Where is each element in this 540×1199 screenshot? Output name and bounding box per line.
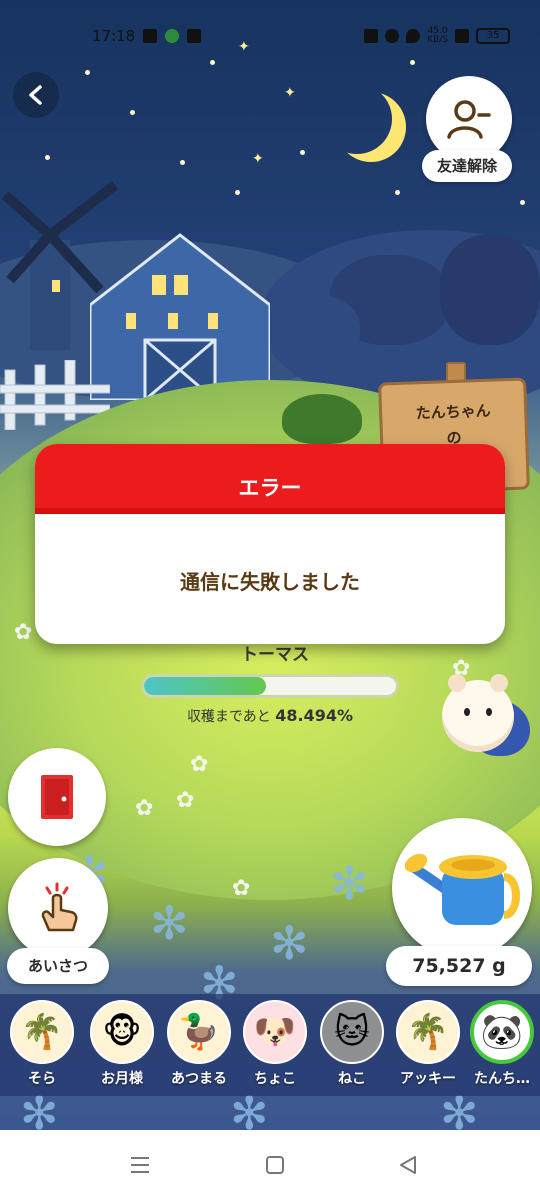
dialog-title: エラー <box>35 444 505 514</box>
door-exit-icon <box>41 775 73 819</box>
unfriend-label[interactable]: 友達解除 <box>422 150 512 182</box>
friend-item-akki[interactable]: 🌴 アッキー <box>392 1000 464 1088</box>
friend-name: あつまる <box>171 1071 227 1087</box>
flower-icon <box>232 876 252 901</box>
moon <box>322 84 392 154</box>
notification-icon <box>187 29 202 43</box>
water-amount: 75,527 g <box>386 946 532 986</box>
duck-icon: 🦆 <box>167 1000 231 1064</box>
back-button[interactable] <box>13 72 59 118</box>
star <box>85 70 90 75</box>
system-back-button[interactable] <box>388 1150 428 1180</box>
status-time: 17:18 <box>92 27 136 45</box>
greet-label[interactable]: あいさつ <box>7 948 109 984</box>
friend-item-sora[interactable]: 🌴 そら <box>6 1000 78 1088</box>
flower-icon <box>135 796 155 821</box>
star <box>45 155 50 160</box>
user-minus-icon <box>447 100 491 139</box>
recents-icon <box>131 1157 149 1173</box>
battery-icon: 35 <box>476 28 510 44</box>
error-dialog[interactable]: エラー 通信に失敗しました <box>35 444 505 644</box>
signal-icon <box>455 29 469 43</box>
palm-tree-icon: 🌴 <box>10 1000 74 1064</box>
friend-item-tanchan[interactable]: 🐼 たんち… <box>466 1000 538 1088</box>
alarm-icon <box>385 29 400 43</box>
tap-hand-icon <box>41 882 78 932</box>
back-arrow-icon <box>29 85 42 105</box>
harvest-progress-fill <box>144 677 267 695</box>
friend-item-atsumaru[interactable]: 🦆 あつまる <box>163 1000 235 1088</box>
home-icon <box>266 1156 284 1174</box>
dog-icon: 🐶 <box>243 1000 307 1064</box>
nav-back-icon <box>400 1156 416 1174</box>
leaf-decoration: ✻ <box>270 916 309 970</box>
star <box>210 60 215 65</box>
tree <box>270 295 360 365</box>
leaf-decoration: ✻ <box>20 1086 59 1130</box>
star <box>300 150 305 155</box>
nfc-icon <box>364 29 379 43</box>
friend-name: ちょこ <box>254 1071 296 1087</box>
recents-button[interactable] <box>120 1150 160 1180</box>
barn <box>90 233 270 400</box>
tree <box>440 235 540 345</box>
friend-item-choko[interactable]: 🐶 ちょこ <box>239 1000 311 1088</box>
friend-name: アッキー <box>400 1071 456 1087</box>
friend-item-otsukisama[interactable]: 🐵 お月様 <box>86 1000 158 1088</box>
star <box>395 190 400 195</box>
harvest-progress-text: 収穫まであと 48.494% <box>150 706 390 726</box>
notification-icon <box>143 29 158 43</box>
sparkle-icon: ✦ <box>284 85 296 101</box>
leaf-decoration: ✻ <box>440 1086 479 1130</box>
greet-button[interactable] <box>8 858 108 958</box>
notification-icon <box>165 29 180 43</box>
star <box>410 60 415 65</box>
star <box>235 190 240 195</box>
watering-can-icon <box>404 853 520 925</box>
progress-label: 収穫まであと <box>186 709 271 725</box>
leaf-decoration: ✻ <box>330 856 369 910</box>
location-icon <box>406 29 421 43</box>
status-bar: 17:18 45.0 KB/S 35 <box>92 22 510 50</box>
star <box>520 200 525 205</box>
friends-bar[interactable]: 🌴 そら 🐵 お月様 🦆 あつまる 🐶 ちょこ 🐱 ねこ 🌴 アッキー 🐼 たん… <box>0 994 540 1096</box>
star <box>130 110 135 115</box>
flower-icon <box>190 752 210 777</box>
friend-name: ねこ <box>338 1071 366 1087</box>
flower-icon <box>14 620 34 645</box>
status-right: 45.0 KB/S 35 <box>364 27 510 45</box>
navigation-bar <box>0 1130 540 1199</box>
sparkle-icon: ✦ <box>252 151 264 167</box>
dialog-message: 通信に失敗しました <box>180 570 360 594</box>
network-speed-unit: KB/S <box>427 35 448 45</box>
network-speed: 45.0 KB/S <box>427 27 448 45</box>
watering-button[interactable] <box>392 818 532 958</box>
friend-name: そら <box>28 1071 56 1087</box>
friend-name: お月様 <box>101 1071 143 1087</box>
star <box>180 160 185 165</box>
palm-tree-icon: 🌴 <box>396 1000 460 1064</box>
leaf-decoration: ✻ <box>150 896 189 950</box>
flower-icon <box>176 788 196 813</box>
leaf-decoration: ✻ <box>230 1086 269 1130</box>
cat-photo-icon: 🐱 <box>320 1000 384 1064</box>
friend-name: たんち… <box>474 1071 530 1087</box>
friend-item-neko[interactable]: 🐱 ねこ <box>316 1000 388 1088</box>
home-button[interactable] <box>255 1150 295 1180</box>
plant-leaf <box>282 394 362 444</box>
hamster-character[interactable] <box>442 674 514 752</box>
harvest-progress-bar <box>141 674 399 698</box>
monkey-icon: 🐵 <box>90 1000 154 1064</box>
exit-button[interactable] <box>8 748 106 846</box>
panda-icon: 🐼 <box>470 1000 534 1064</box>
progress-value: 48.494% <box>275 706 354 725</box>
